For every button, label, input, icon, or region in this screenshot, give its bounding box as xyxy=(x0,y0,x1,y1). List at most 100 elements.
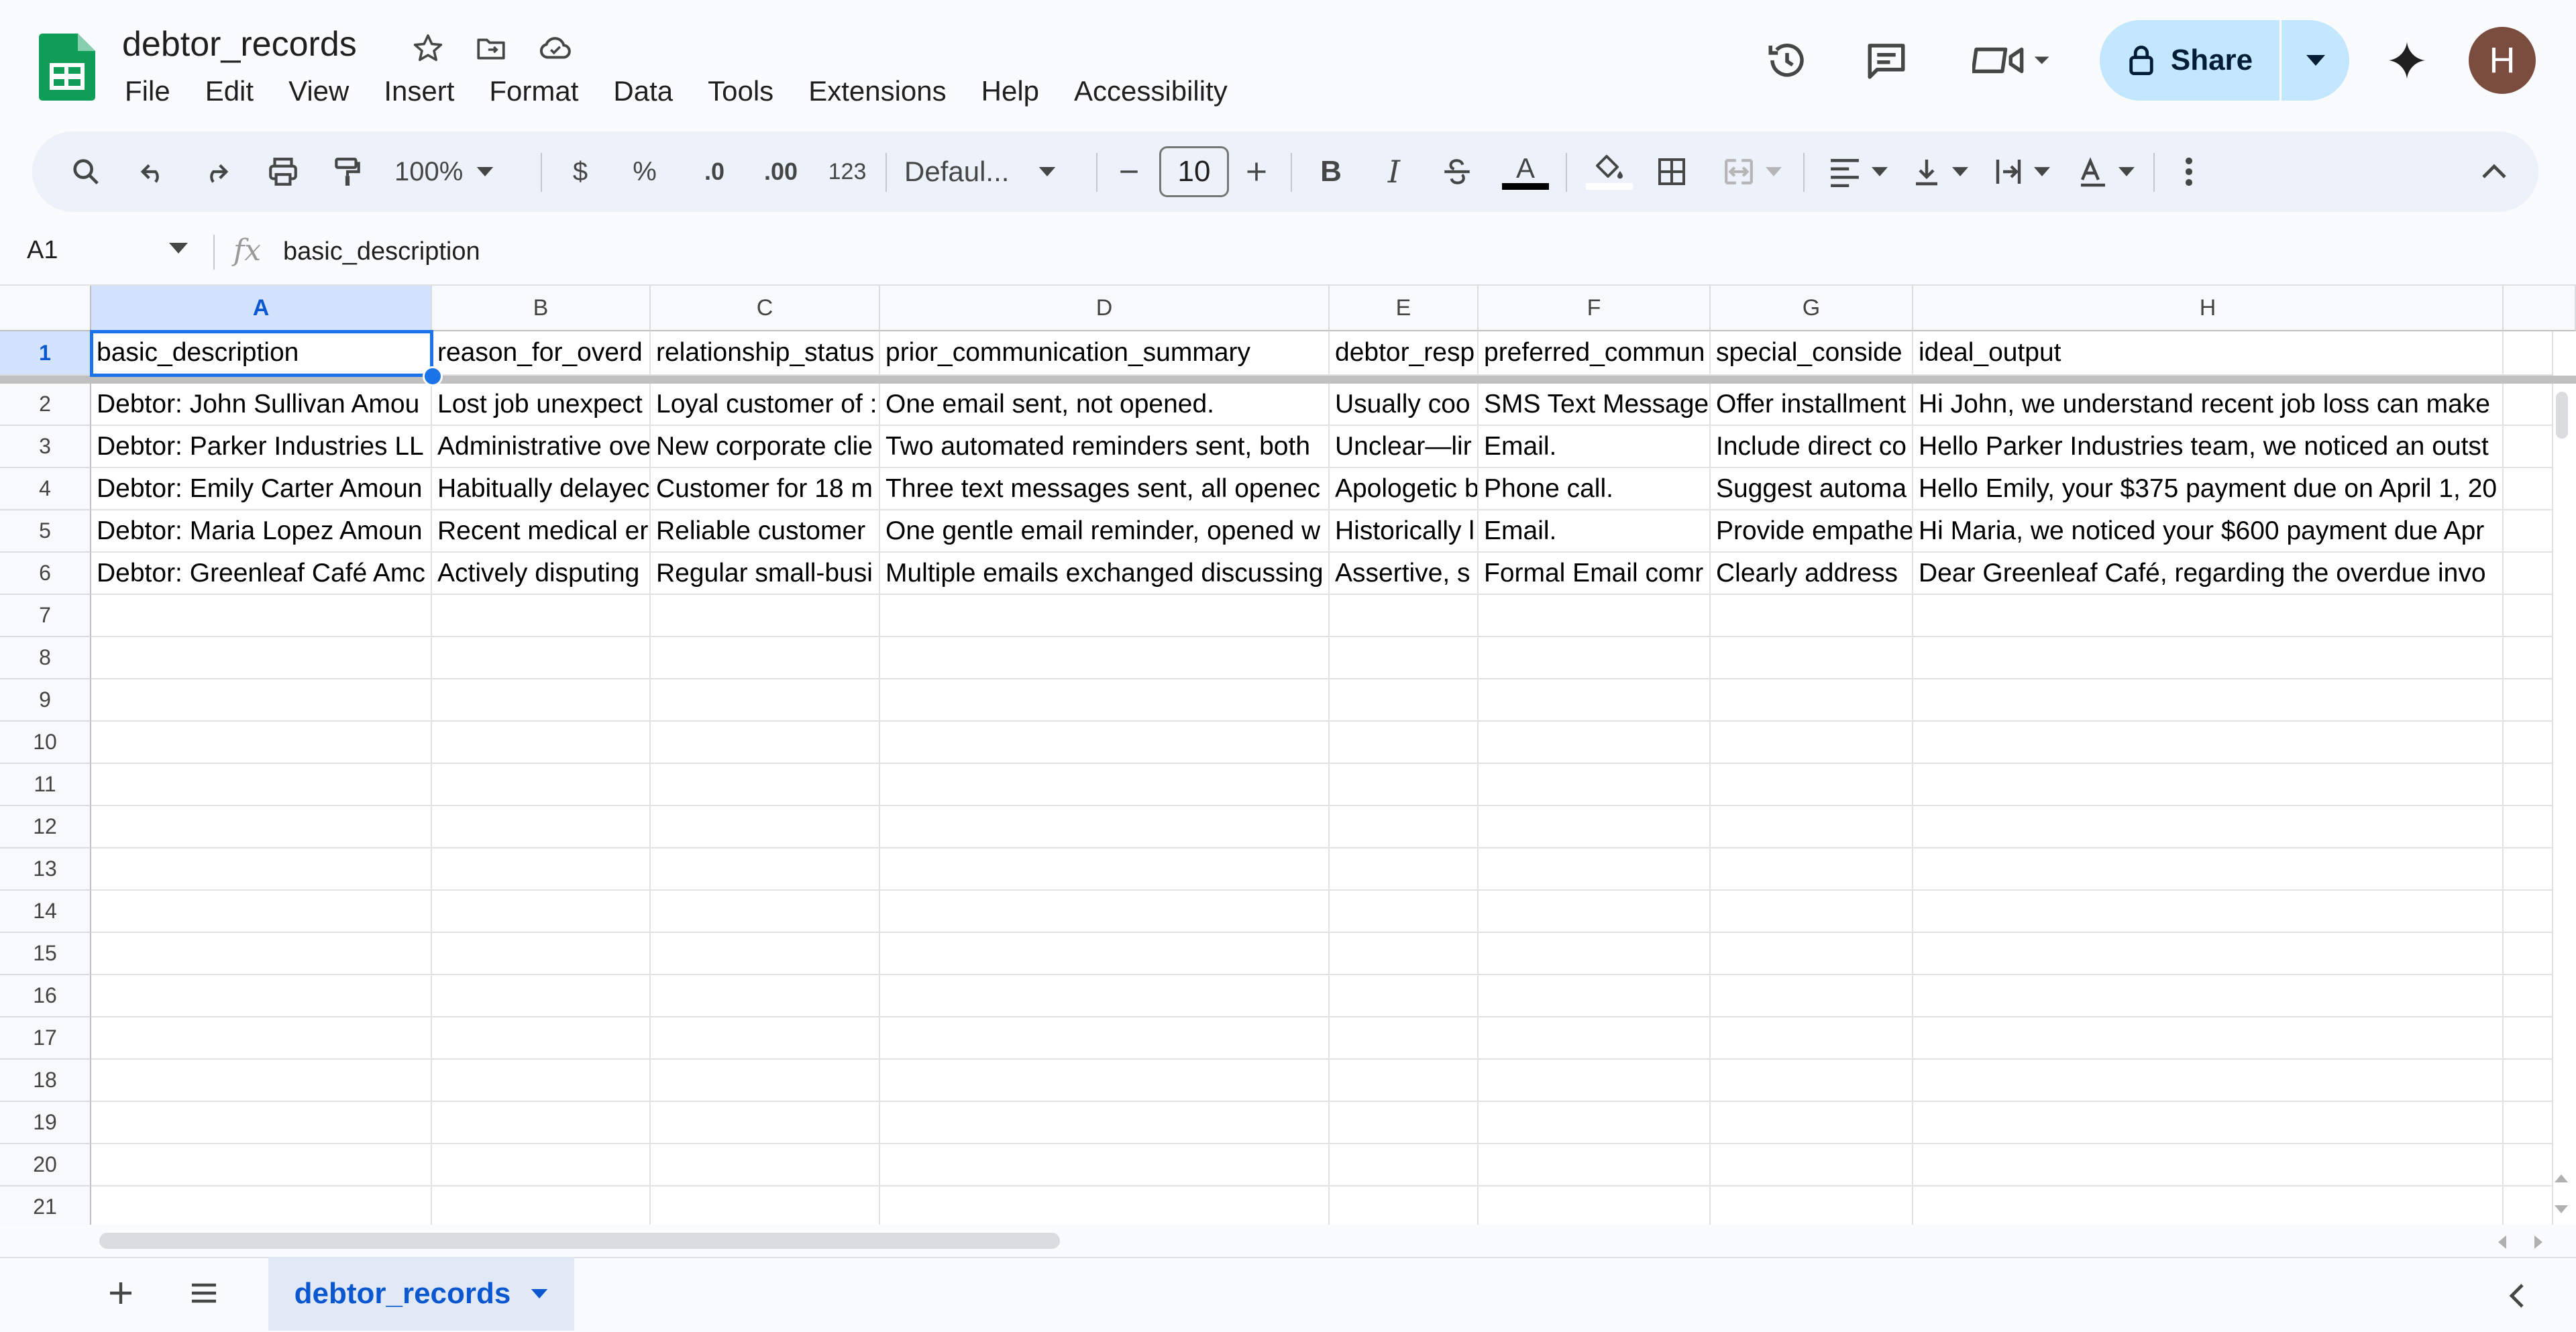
row-header-15[interactable]: 15 xyxy=(0,933,91,975)
cell-e7[interactable] xyxy=(1330,595,1479,637)
cell-h2[interactable]: Hi John, we understand recent job loss c… xyxy=(1913,384,2504,426)
cell-c21[interactable] xyxy=(651,1186,880,1225)
cloud-saved-icon[interactable] xyxy=(537,30,574,67)
cell-a14[interactable] xyxy=(91,891,432,933)
row-header-9[interactable]: 9 xyxy=(0,679,91,722)
cell-c11[interactable] xyxy=(651,764,880,806)
cell-e4[interactable]: Apologetic b xyxy=(1330,468,1479,510)
cell-b18[interactable] xyxy=(432,1060,651,1102)
sheet-tab-debtor-records[interactable]: debtor_records xyxy=(268,1257,574,1331)
cell-a2[interactable]: Debtor: John Sullivan Amou xyxy=(91,384,432,426)
cell-h7[interactable] xyxy=(1913,595,2504,637)
cell-f14[interactable] xyxy=(1479,891,1711,933)
cell-f18[interactable] xyxy=(1479,1060,1711,1102)
cell-h16[interactable] xyxy=(1913,975,2504,1017)
cell-e18[interactable] xyxy=(1330,1060,1479,1102)
cell-a21[interactable] xyxy=(91,1186,432,1225)
cell-e3[interactable]: Unclear—lir xyxy=(1330,426,1479,468)
cell-c2[interactable]: Loyal customer of : xyxy=(651,384,880,426)
cell-a5[interactable]: Debtor: Maria Lopez Amoun xyxy=(91,510,432,553)
collapse-menus-icon[interactable] xyxy=(2474,145,2514,199)
cell-h6[interactable]: Dear Greenleaf Café, regarding the overd… xyxy=(1913,553,2504,595)
cell-f16[interactable] xyxy=(1479,975,1711,1017)
row-header-7[interactable]: 7 xyxy=(0,595,91,637)
cell-e1[interactable]: debtor_resp xyxy=(1330,331,1479,376)
column-header-f[interactable]: F xyxy=(1479,286,1711,331)
column-header-h[interactable]: H xyxy=(1913,286,2504,331)
cell-h18[interactable] xyxy=(1913,1060,2504,1102)
cell-f2[interactable]: SMS Text Message xyxy=(1479,384,1711,426)
cell-h11[interactable] xyxy=(1913,764,2504,806)
cell-e14[interactable] xyxy=(1330,891,1479,933)
cell-g8[interactable] xyxy=(1711,637,1913,679)
currency-format-button[interactable]: $ xyxy=(564,145,597,199)
cell-b10[interactable] xyxy=(432,722,651,764)
cell-a17[interactable] xyxy=(91,1017,432,1060)
cell-c13[interactable] xyxy=(651,848,880,891)
cell-c16[interactable] xyxy=(651,975,880,1017)
cell-g5[interactable]: Provide empathe xyxy=(1711,510,1913,553)
cell-g16[interactable] xyxy=(1711,975,1913,1017)
cell-d18[interactable] xyxy=(880,1060,1330,1102)
redo-icon[interactable] xyxy=(196,145,236,199)
fill-handle[interactable] xyxy=(423,366,443,386)
comments-icon[interactable] xyxy=(1860,34,1913,87)
cell-c17[interactable] xyxy=(651,1017,880,1060)
zoom-select[interactable]: 100% xyxy=(394,145,515,199)
scroll-right-icon[interactable] xyxy=(2534,1235,2542,1252)
cell-b2[interactable]: Lost job unexpect xyxy=(432,384,651,426)
cell-e12[interactable] xyxy=(1330,806,1479,848)
cell-b5[interactable]: Recent medical er xyxy=(432,510,651,553)
name-box[interactable]: A1 xyxy=(27,236,58,265)
cell-d1[interactable]: prior_communication_summary xyxy=(880,331,1330,376)
cell-d6[interactable]: Multiple emails exchanged discussing xyxy=(880,553,1330,595)
cell-d9[interactable] xyxy=(880,679,1330,722)
cell-h14[interactable] xyxy=(1913,891,2504,933)
row-header-12[interactable]: 12 xyxy=(0,806,91,848)
cell-b20[interactable] xyxy=(432,1144,651,1186)
cell-h15[interactable] xyxy=(1913,933,2504,975)
cell-e17[interactable] xyxy=(1330,1017,1479,1060)
cell-f7[interactable] xyxy=(1479,595,1711,637)
cell-c7[interactable] xyxy=(651,595,880,637)
cell-f19[interactable] xyxy=(1479,1102,1711,1144)
cell-f11[interactable] xyxy=(1479,764,1711,806)
cell-b6[interactable]: Actively disputing xyxy=(432,553,651,595)
cell-f9[interactable] xyxy=(1479,679,1711,722)
cell-c1[interactable]: relationship_status xyxy=(651,331,880,376)
horizontal-align-icon[interactable] xyxy=(1821,145,1894,199)
cell-b11[interactable] xyxy=(432,764,651,806)
cell-a3[interactable]: Debtor: Parker Industries LL xyxy=(91,426,432,468)
italic-icon[interactable]: I xyxy=(1374,145,1414,199)
cell-a15[interactable] xyxy=(91,933,432,975)
cell-f6[interactable]: Formal Email comr xyxy=(1479,553,1711,595)
cell-d8[interactable] xyxy=(880,637,1330,679)
cell-a4[interactable]: Debtor: Emily Carter Amoun xyxy=(91,468,432,510)
cell-a19[interactable] xyxy=(91,1102,432,1144)
cell-g4[interactable]: Suggest automa xyxy=(1711,468,1913,510)
fill-color-icon[interactable] xyxy=(1585,145,1634,199)
cell-a18[interactable] xyxy=(91,1060,432,1102)
select-all-corner[interactable] xyxy=(0,286,91,331)
cell-f13[interactable] xyxy=(1479,848,1711,891)
cell-c20[interactable] xyxy=(651,1144,880,1186)
paint-format-icon[interactable] xyxy=(327,145,368,199)
cell-b19[interactable] xyxy=(432,1102,651,1144)
scroll-down-icon[interactable] xyxy=(2555,1205,2568,1217)
cell-d19[interactable] xyxy=(880,1102,1330,1144)
cell-a7[interactable] xyxy=(91,595,432,637)
cell-b17[interactable] xyxy=(432,1017,651,1060)
cell-d11[interactable] xyxy=(880,764,1330,806)
cell-c4[interactable]: Customer for 18 m xyxy=(651,468,880,510)
text-rotation-icon[interactable] xyxy=(2069,145,2143,199)
row-header-8[interactable]: 8 xyxy=(0,637,91,679)
menu-accessibility[interactable]: Accessibility xyxy=(1057,72,1245,110)
cell-h12[interactable] xyxy=(1913,806,2504,848)
horizontal-scrollbar-thumb[interactable] xyxy=(99,1233,1060,1249)
strikethrough-icon[interactable] xyxy=(1437,145,1477,199)
column-header-d[interactable]: D xyxy=(880,286,1330,331)
cell-a20[interactable] xyxy=(91,1144,432,1186)
chevron-down-icon[interactable] xyxy=(169,243,188,257)
cell-d20[interactable] xyxy=(880,1144,1330,1186)
cell-f15[interactable] xyxy=(1479,933,1711,975)
